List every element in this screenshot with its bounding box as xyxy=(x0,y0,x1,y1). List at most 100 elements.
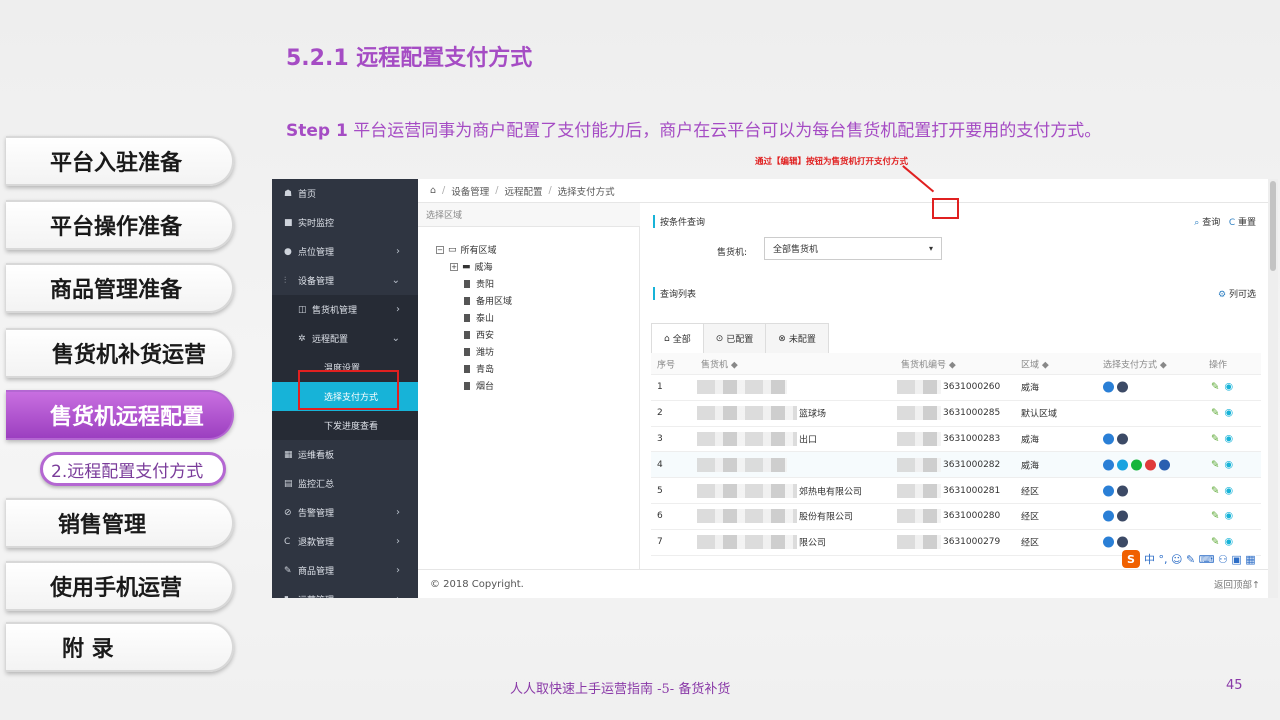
tree-node-leaf[interactable]: 贵阳 xyxy=(464,277,494,290)
slide-title: 5.2.1 远程配置支付方式 xyxy=(286,46,533,71)
ime-icons[interactable]: 中 °, ☺ ✎ ⌨ ⚇ ▣ ▦ xyxy=(1144,551,1256,567)
view-icon[interactable]: ◉ xyxy=(1224,511,1233,522)
annotation-note: 通过【编辑】按钮为售货机打开支付方式 xyxy=(755,157,909,167)
edit-icon[interactable]: ✎ xyxy=(1211,433,1219,444)
search-button[interactable]: 查询 xyxy=(1202,218,1220,228)
tree-node-leaf[interactable]: 西安 xyxy=(464,328,494,341)
edit-icon[interactable]: ✎ xyxy=(1211,511,1219,522)
active-sub-chapter[interactable]: 2.远程配置支付方式 xyxy=(40,452,226,486)
table-row[interactable]: 4 3631000282 威海 ✎ ◉ xyxy=(651,452,1261,479)
table-row[interactable]: 5 郊热电有限公司 3631000281 经区 ✎ ◉ xyxy=(651,478,1261,504)
edit-icon[interactable]: ✎ xyxy=(1211,459,1219,470)
bookmark-icon: ▮ xyxy=(284,595,298,599)
scrollbar[interactable] xyxy=(1268,179,1278,598)
row-number: 7 xyxy=(657,537,663,548)
sidebar-item[interactable]: ▦ 运维看板 xyxy=(272,440,418,469)
step-label: Step 1 xyxy=(286,121,348,141)
times-circle-icon: ⊗ xyxy=(778,333,786,344)
redacted-name xyxy=(697,431,797,446)
chapter-item[interactable]: 销售管理 xyxy=(6,498,234,548)
edit-icon[interactable]: ✎ xyxy=(1211,408,1219,419)
view-icon[interactable]: ◉ xyxy=(1224,459,1233,470)
chapter-item[interactable]: 使用手机运营 xyxy=(6,561,234,611)
column-header: 操作 xyxy=(1209,360,1228,370)
view-icon[interactable]: ◉ xyxy=(1224,485,1233,496)
sidebar-item[interactable]: ■ 实时监控 xyxy=(272,208,418,237)
equipment-icon: ⫶ xyxy=(284,275,287,286)
tree-node-leaf[interactable]: 泰山 xyxy=(464,311,494,324)
machine-select[interactable]: 全部售货机 ▾ xyxy=(764,237,942,260)
row-actions: ✎ ◉ xyxy=(1211,382,1233,393)
column-header[interactable]: 选择支付方式 ◆ xyxy=(1103,357,1167,370)
sidebar-item[interactable]: ⊘ 告警管理 › xyxy=(272,498,418,527)
payment-method-icon xyxy=(1117,459,1128,471)
chapter-label: 平台操作准备 xyxy=(50,215,183,240)
sidebar-item[interactable]: ✎ 商品管理 › xyxy=(272,556,418,585)
sidebar-item[interactable]: ☗ 首页 xyxy=(272,179,418,208)
edit-icon[interactable]: ✎ xyxy=(1211,382,1219,393)
back-to-top-link[interactable]: 返回顶部↑ xyxy=(1214,577,1260,591)
edit-icon[interactable]: ✎ xyxy=(1211,485,1219,496)
gear-icon: ⚙ xyxy=(1218,290,1227,300)
column-header[interactable]: 售货机 ◆ xyxy=(701,357,738,370)
sidebar-item[interactable]: C 退款管理 › xyxy=(272,527,418,556)
sidebar-item[interactable]: 下发进度查看 xyxy=(272,411,418,440)
row-number: 1 xyxy=(657,382,663,393)
column-header[interactable]: 售货机编号 ◆ xyxy=(901,357,956,370)
chapter-item-active[interactable]: 售货机远程配置 xyxy=(6,390,234,440)
sidebar-item-label: 告警管理 xyxy=(298,509,335,519)
tree-node-root[interactable]: − ▭ 所有区域 xyxy=(436,243,497,256)
table-row[interactable]: 3 出口 3631000283 威海 ✎ ◉ xyxy=(651,427,1261,453)
tab-all[interactable]: ⌂ 全部 xyxy=(651,323,704,353)
slide-footer-text: 人人取快速上手运营指南 -5- 备货补货 xyxy=(510,682,731,697)
view-icon[interactable]: ◉ xyxy=(1224,433,1233,444)
table-row[interactable]: 6 股份有限公司 3631000280 经区 ✎ ◉ xyxy=(651,504,1261,530)
breadcrumb: ⌂ / 设备管理 / 远程配置 / 选择支付方式 xyxy=(418,179,1268,203)
table-row[interactable]: 1 3631000260 威海 ✎ ◉ xyxy=(651,375,1261,401)
view-icon[interactable]: ◉ xyxy=(1224,408,1233,419)
scrollbar-thumb[interactable] xyxy=(1270,181,1276,271)
column-header[interactable]: 序号 xyxy=(657,357,675,370)
column-header[interactable]: 区域 ◆ xyxy=(1021,357,1049,370)
tree-node-leaf[interactable]: 青岛 xyxy=(464,362,494,375)
tree-header: 选择区域 xyxy=(418,203,640,227)
file-icon xyxy=(464,381,470,390)
breadcrumb-item[interactable]: 远程配置 xyxy=(504,184,542,198)
sidebar-item[interactable]: ▮运营管理 › xyxy=(272,585,418,598)
tab-unconfigured[interactable]: ⊗ 未配置 xyxy=(765,323,829,353)
edit-icon[interactable]: ✎ xyxy=(1211,537,1219,548)
tree-leaf-label: 潍坊 xyxy=(476,348,495,358)
tree-node-leaf[interactable]: 备用区域 xyxy=(464,294,512,307)
home-icon[interactable]: ⌂ xyxy=(430,185,436,196)
tree-node-leaf[interactable]: 烟台 xyxy=(464,379,494,392)
chapter-label: 商品管理准备 xyxy=(50,278,183,303)
chapter-item[interactable]: 平台操作准备 xyxy=(6,200,234,250)
chapter-item[interactable]: 平台入驻准备 xyxy=(6,136,234,186)
table-row[interactable]: 2 篮球场 3631000285 默认区域 ✎ ◉ xyxy=(651,401,1261,427)
tree-node-leaf[interactable]: 潍坊 xyxy=(464,345,494,358)
payment-methods xyxy=(1103,459,1173,471)
tree-node-group[interactable]: + ▬ 威海 xyxy=(450,260,493,273)
sidebar-item[interactable]: ● 点位管理 › xyxy=(272,237,418,266)
reset-icon[interactable]: C xyxy=(1229,218,1235,228)
sub-chapter-label: 2.远程配置支付方式 xyxy=(51,461,204,482)
sidebar-item[interactable]: ◫ 售货机管理 › xyxy=(272,295,418,324)
search-icon[interactable]: ⌕ xyxy=(1194,218,1199,228)
breadcrumb-item[interactable]: 设备管理 xyxy=(451,184,489,198)
view-icon[interactable]: ◉ xyxy=(1224,537,1233,548)
reset-button[interactable]: 重置 xyxy=(1238,218,1256,228)
sidebar-item[interactable]: ✲ 远程配置 ⌄ xyxy=(272,324,418,353)
sidebar-item-label: 售货机管理 xyxy=(312,306,358,316)
view-icon[interactable]: ◉ xyxy=(1224,382,1233,393)
sogou-ime-icon[interactable]: S xyxy=(1122,550,1140,568)
chapter-item[interactable]: 售货机补货运营 xyxy=(6,328,234,378)
sidebar-item[interactable]: ▤ 监控汇总 xyxy=(272,469,418,498)
columns-toggle[interactable]: ⚙ 列可选 xyxy=(1218,287,1256,300)
payment-method-icon xyxy=(1117,381,1128,393)
chapter-item[interactable]: 附 录 xyxy=(6,622,234,672)
tab-configured[interactable]: ⊙ 已配置 xyxy=(702,323,767,353)
sidebar-item[interactable]: ⫶ 设备管理 ⌄ xyxy=(272,266,418,295)
ime-toolbar[interactable]: S中 °, ☺ ✎ ⌨ ⚇ ▣ ▦ xyxy=(1122,550,1256,568)
chapter-item[interactable]: 商品管理准备 xyxy=(6,263,234,313)
payment-method-icon xyxy=(1131,459,1142,471)
